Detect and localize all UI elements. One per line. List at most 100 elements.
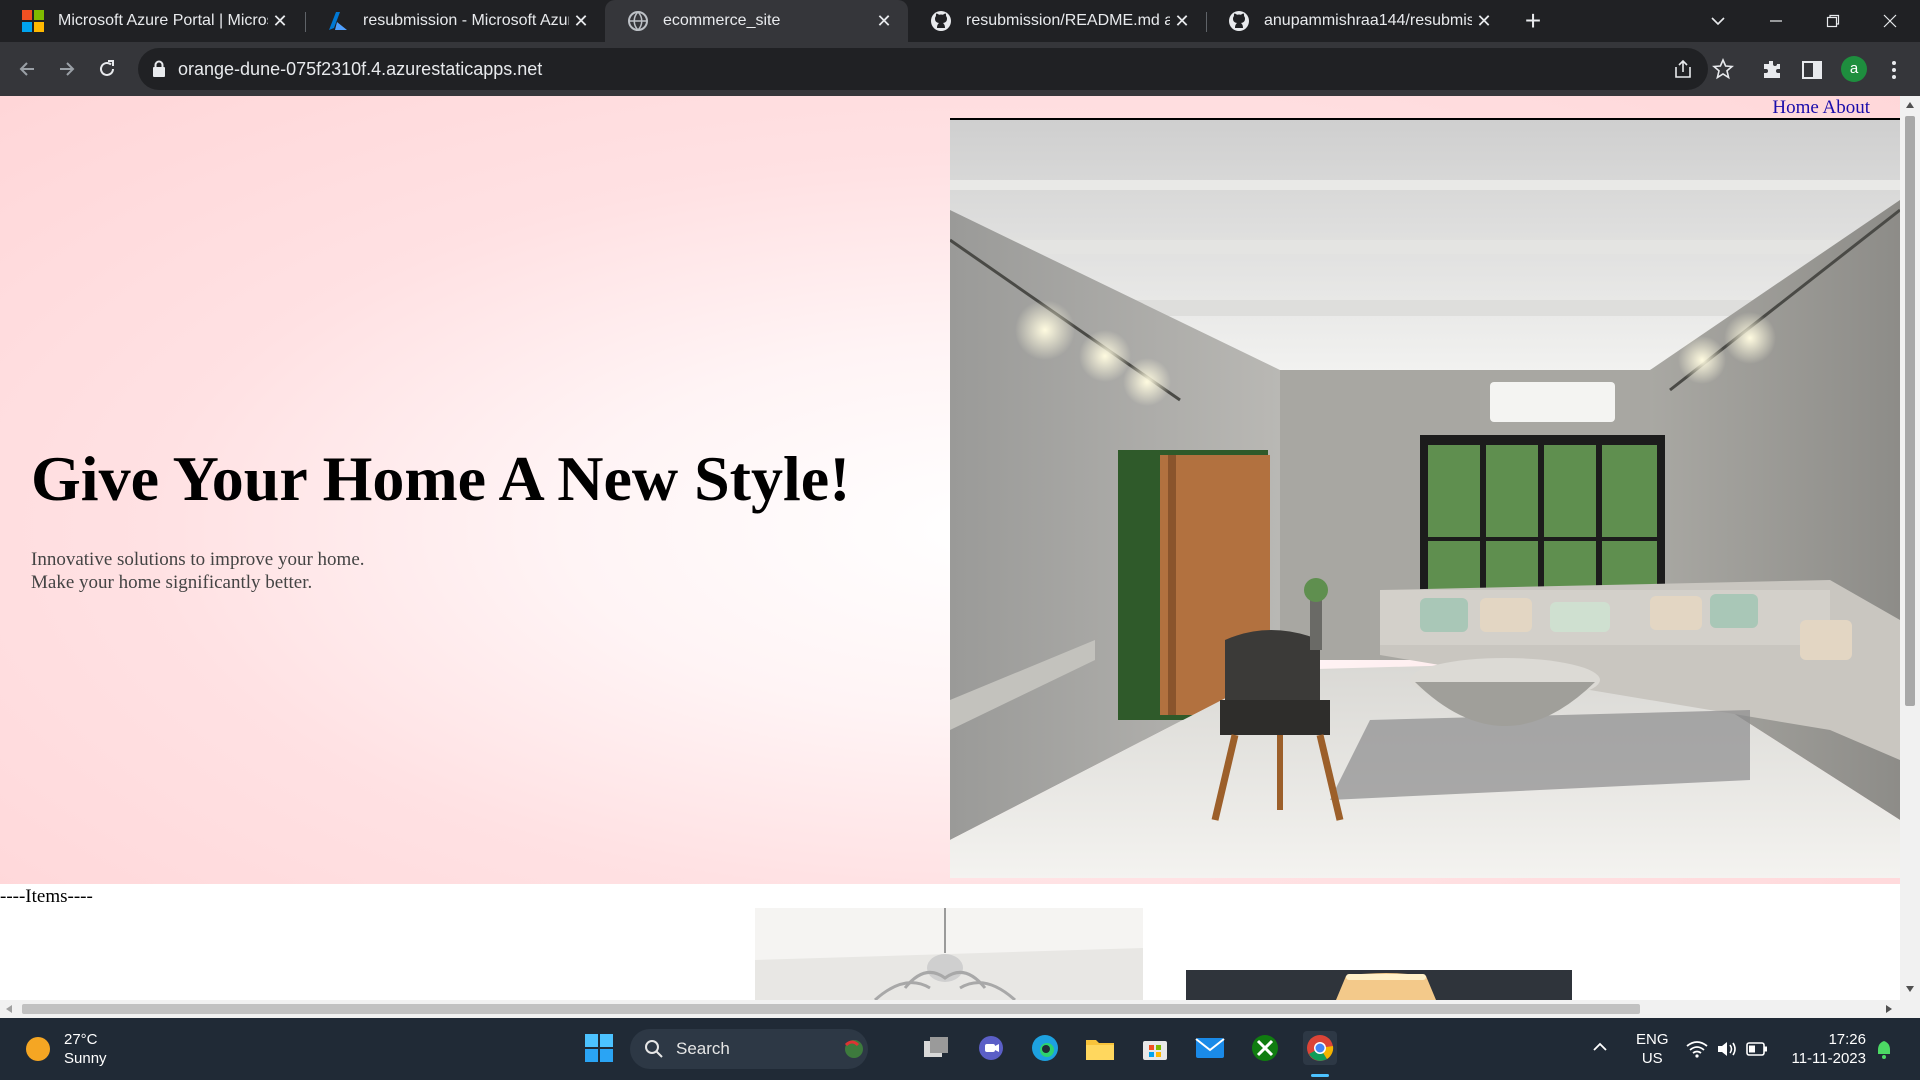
- close-tab-icon[interactable]: ✕: [872, 11, 896, 32]
- wifi-icon[interactable]: [1686, 1040, 1708, 1058]
- close-window-button[interactable]: [1862, 0, 1918, 42]
- extensions-icon[interactable]: [1760, 58, 1784, 82]
- chevron-down-icon: [1711, 17, 1725, 26]
- tab-azure-portal[interactable]: Microsoft Azure Portal | Microso ✕: [0, 0, 304, 42]
- tab-title: anupammishraa144/resubmissio: [1264, 12, 1472, 29]
- xbox-button[interactable]: [1248, 1031, 1282, 1065]
- task-view-button[interactable]: [919, 1031, 953, 1065]
- minimize-icon: [1770, 20, 1782, 22]
- tab-title: resubmission/README.md at m: [966, 12, 1170, 29]
- teams-chat-button[interactable]: [974, 1031, 1008, 1065]
- share-icon[interactable]: [1672, 58, 1694, 80]
- chat-icon: [979, 1036, 1003, 1060]
- tab-title: Microsoft Azure Portal | Microso: [58, 12, 268, 29]
- file-explorer-button[interactable]: [1083, 1031, 1117, 1065]
- back-button[interactable]: [9, 51, 45, 87]
- task-view-icon: [924, 1037, 948, 1057]
- more-menu-icon[interactable]: [1882, 58, 1906, 82]
- reload-icon: [100, 60, 114, 76]
- search-label: Search: [676, 1039, 730, 1058]
- hero-image: [950, 118, 1900, 878]
- start-button[interactable]: [582, 1031, 616, 1065]
- mail-icon: [1195, 1038, 1225, 1058]
- horizontal-scroll-thumb[interactable]: [22, 1004, 1640, 1014]
- hero-subtitle: Innovative solutions to improve your hom…: [31, 548, 365, 594]
- top-nav: Home About: [1772, 97, 1870, 119]
- region-label: US: [1641, 1050, 1663, 1067]
- close-icon: [1883, 14, 1897, 28]
- url-text: orange-dune-075f2310f.4.azurestaticapps.…: [178, 59, 543, 79]
- hero-section: Give Your Home A New Style! Innovative s…: [0, 96, 1900, 884]
- github-icon: [931, 11, 951, 31]
- azure-icon: [329, 12, 347, 30]
- chrome-button[interactable]: [1303, 1031, 1337, 1065]
- store-button[interactable]: [1138, 1031, 1172, 1065]
- taskbar-search[interactable]: Search: [630, 1029, 868, 1069]
- tab-title: ecommerce_site: [663, 12, 781, 29]
- microsoft-icon: [22, 10, 44, 32]
- nav-about-link[interactable]: About: [1823, 97, 1871, 118]
- input-language[interactable]: ENG US: [1636, 1030, 1669, 1068]
- tab-readme-github[interactable]: resubmission/README.md at m ✕: [908, 0, 1206, 42]
- close-tab-icon[interactable]: ✕: [1170, 11, 1194, 32]
- edge-button[interactable]: [1028, 1031, 1062, 1065]
- windows-taskbar: 27°C Sunny Search ENG US 17:26 11-11-202…: [0, 1018, 1920, 1080]
- new-tab-button[interactable]: +: [1518, 6, 1548, 36]
- globe-icon: [628, 11, 648, 31]
- clock[interactable]: 17:26 11-11-2023: [1780, 1030, 1866, 1068]
- store-icon: [1143, 1041, 1167, 1060]
- weather-temperature: 27°C: [64, 1031, 98, 1048]
- living-room-illustration: [950, 120, 1900, 878]
- item-card-image[interactable]: [1186, 970, 1572, 1000]
- vertical-scrollbar[interactable]: [1900, 96, 1920, 1000]
- tab-resubmission-azure[interactable]: resubmission - Microsoft Azure ✕: [305, 0, 605, 42]
- minimize-button[interactable]: [1748, 0, 1804, 42]
- profile-avatar[interactable]: a: [1841, 56, 1867, 82]
- windows-logo-icon: [585, 1034, 613, 1062]
- notification-bell-icon[interactable]: [1876, 1040, 1892, 1060]
- language-label: ENG: [1636, 1031, 1669, 1048]
- chandelier-image: [755, 908, 1143, 1000]
- restore-icon: [1826, 14, 1840, 28]
- search-icon: [645, 1040, 663, 1058]
- reload-button[interactable]: [89, 51, 125, 87]
- battery-icon[interactable]: [1746, 1042, 1768, 1056]
- folder-icon: [1086, 1040, 1114, 1060]
- vertical-scroll-thumb[interactable]: [1905, 116, 1915, 706]
- arrow-left-icon: [19, 62, 34, 76]
- scroll-down-icon[interactable]: [1906, 986, 1914, 992]
- weather-widget[interactable]: 27°C Sunny: [26, 1030, 107, 1068]
- scroll-right-icon[interactable]: [1886, 1005, 1892, 1013]
- address-bar[interactable]: orange-dune-075f2310f.4.azurestaticapps.…: [138, 48, 1708, 90]
- side-panel-icon[interactable]: [1800, 58, 1824, 82]
- mail-button[interactable]: [1193, 1031, 1227, 1065]
- page-viewport: Give Your Home A New Style! Innovative s…: [0, 96, 1920, 1018]
- xbox-icon: [1252, 1035, 1278, 1061]
- tab-search-button[interactable]: [1690, 0, 1746, 42]
- items-heading: ----Items----: [0, 886, 93, 907]
- close-tab-icon[interactable]: ✕: [1472, 11, 1496, 32]
- chevron-up-icon[interactable]: [1592, 1042, 1608, 1052]
- search-highlight-icon: [844, 1040, 863, 1058]
- item-card-image[interactable]: [755, 908, 1143, 1000]
- github-icon: [1229, 11, 1249, 31]
- weather-description: Sunny: [64, 1050, 107, 1067]
- horizontal-scrollbar[interactable]: [0, 1000, 1920, 1018]
- restore-button[interactable]: [1805, 0, 1861, 42]
- hero-subtitle-line: Make your home significantly better.: [31, 572, 313, 593]
- hero-title: Give Your Home A New Style!: [31, 443, 851, 514]
- tab-anupam-github[interactable]: anupammishraa144/resubmissio ✕: [1206, 0, 1508, 42]
- volume-icon[interactable]: [1716, 1040, 1738, 1058]
- lock-icon: [153, 60, 165, 77]
- nav-home-link[interactable]: Home: [1772, 97, 1818, 118]
- active-app-indicator: [1311, 1074, 1329, 1077]
- scroll-up-icon[interactable]: [1906, 102, 1914, 108]
- clock-date: 11-11-2023: [1791, 1050, 1866, 1067]
- close-tab-icon[interactable]: ✕: [569, 11, 593, 32]
- bookmark-star-icon[interactable]: [1712, 58, 1734, 80]
- scroll-left-icon[interactable]: [6, 1005, 12, 1013]
- close-tab-icon[interactable]: ✕: [268, 11, 292, 32]
- tab-ecommerce-site[interactable]: ecommerce_site ✕: [605, 0, 908, 42]
- forward-button[interactable]: [49, 51, 85, 87]
- edge-icon: [1032, 1035, 1058, 1061]
